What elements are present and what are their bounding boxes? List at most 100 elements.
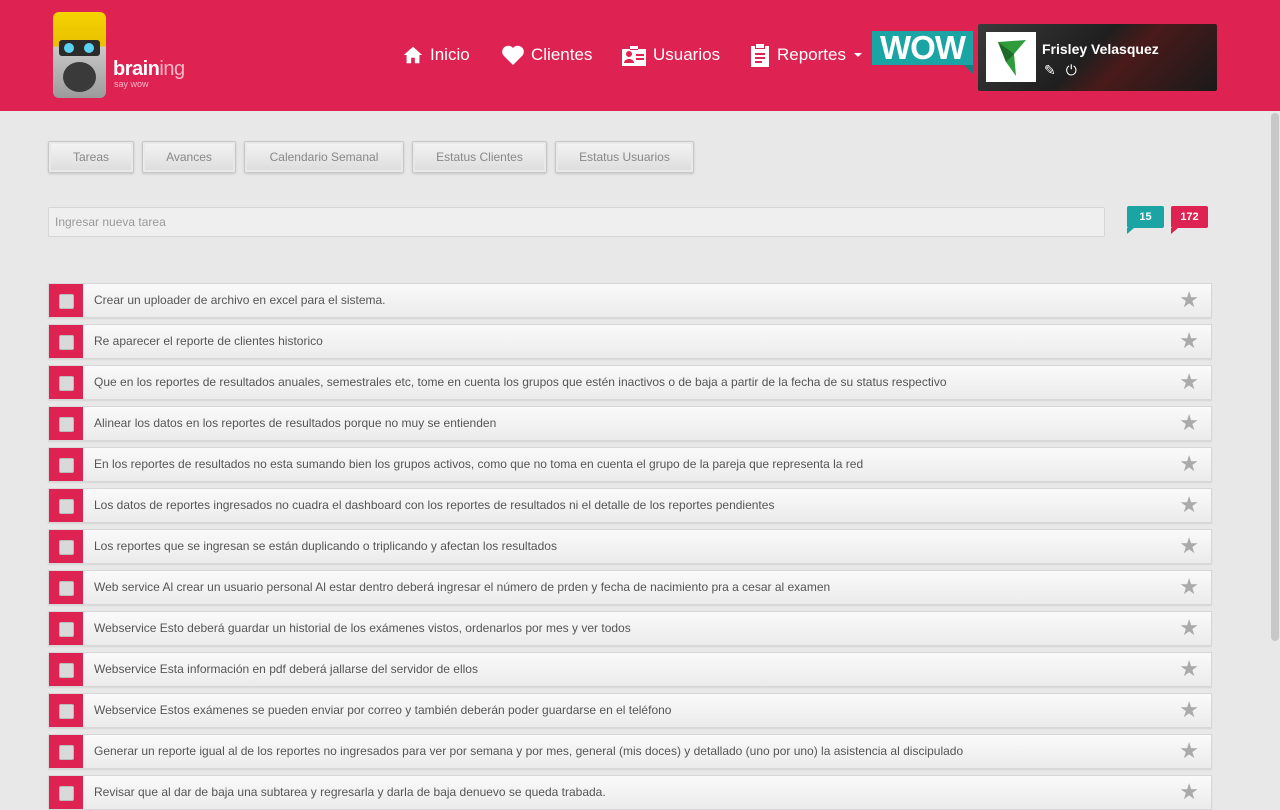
heart-icon [502,45,524,65]
nav-label: Inicio [430,45,470,64]
star-icon[interactable]: ★ [1179,289,1199,311]
task-row[interactable]: Webservice Estos exámenes se pueden envi… [48,693,1212,728]
tab-avances[interactable]: Avances [142,141,236,173]
user-panel: Frisley Velasquez ✎ ⏻ [978,24,1217,91]
tab-estatus-usuarios[interactable]: Estatus Usuarios [555,141,694,173]
brand-logo[interactable] [53,12,106,98]
nav-clientes[interactable]: Clientes [501,40,592,70]
tab-calendario-semanal[interactable]: Calendario Semanal [244,141,404,173]
task-checkbox[interactable] [59,499,74,514]
task-row[interactable]: Webservice Esto deberá guardar un histor… [48,611,1212,646]
task-checkbox[interactable] [59,663,74,678]
star-icon[interactable]: ★ [1179,699,1199,721]
task-text: Crear un uploader de archivo en excel pa… [94,293,386,307]
task-row[interactable]: Webservice Esta información en pdf deber… [48,652,1212,687]
task-checkbox[interactable] [59,540,74,555]
task-check-area [49,284,83,317]
task-check-area [49,571,83,604]
user-actions: ✎ ⏻ [1044,62,1077,79]
count-badge-teal[interactable]: 15 [1127,206,1164,234]
nav-label: Clientes [531,45,593,64]
logo-body [63,62,96,92]
task-text: Webservice Estos exámenes se pueden envi… [94,703,672,717]
wow-badge[interactable]: WOW [872,31,973,74]
chevron-down-icon [853,53,862,57]
task-check-area [49,325,83,358]
task-row[interactable]: En los reportes de resultados no esta su… [48,447,1212,482]
task-text: Generar un reporte igual al de los repor… [94,744,964,758]
task-check-area [49,776,83,809]
task-text: En los reportes de resultados no esta su… [94,457,864,471]
star-icon[interactable]: ★ [1179,494,1199,516]
nav-label: Reportes [777,45,846,64]
top-header: braining say wow Inicio Clientes Usuario… [0,0,1280,111]
nav-label: Usuarios [653,45,721,64]
pencil-icon[interactable]: ✎ [1044,62,1056,79]
count-badge-red[interactable]: 172 [1171,206,1208,234]
clipboard-icon [751,44,769,67]
task-text: Los datos de reportes ingresados no cuad… [94,498,775,512]
task-text: Webservice Esta información en pdf deber… [94,662,478,676]
task-row[interactable]: Que en los reportes de resultados anuale… [48,365,1212,400]
star-icon[interactable]: ★ [1179,412,1199,434]
task-check-area [49,612,83,645]
nav-reportes[interactable]: Reportes [749,40,862,70]
star-icon[interactable]: ★ [1179,371,1199,393]
task-row[interactable]: Revisar que al dar de baja una subtarea … [48,775,1212,810]
logo-visor [59,40,100,56]
avatar-logo-icon [998,40,1026,76]
nav-inicio[interactable]: Inicio [402,40,470,70]
star-icon[interactable]: ★ [1179,740,1199,762]
nav-usuarios[interactable]: Usuarios [621,40,720,70]
task-check-area [49,694,83,727]
task-row[interactable]: Generar un reporte igual al de los repor… [48,734,1212,769]
task-row[interactable]: Los reportes que se ingresan se están du… [48,529,1212,564]
task-check-area [49,735,83,768]
task-text: Que en los reportes de resultados anuale… [94,375,947,389]
task-row[interactable]: Re aparecer el reporte de clientes histo… [48,324,1212,359]
task-row[interactable]: Alinear los datos en los reportes de res… [48,406,1212,441]
task-checkbox[interactable] [59,376,74,391]
page-scrollbar[interactable] [1271,113,1279,641]
task-checkbox[interactable] [59,786,74,801]
task-check-area [49,448,83,481]
task-checkbox[interactable] [59,704,74,719]
task-text: Los reportes que se ingresan se están du… [94,539,557,553]
star-icon[interactable]: ★ [1179,576,1199,598]
task-checkbox[interactable] [59,417,74,432]
star-icon[interactable]: ★ [1179,330,1199,352]
task-checkbox[interactable] [59,294,74,309]
task-text: Revisar que al dar de baja una subtarea … [94,785,606,799]
star-icon[interactable]: ★ [1179,658,1199,680]
tab-tareas[interactable]: Tareas [48,141,134,173]
task-checkbox[interactable] [59,335,74,350]
task-check-area [49,653,83,686]
task-checkbox[interactable] [59,745,74,760]
task-check-area [49,530,83,563]
star-icon[interactable]: ★ [1179,617,1199,639]
user-name: Frisley Velasquez [1042,41,1159,57]
brand-tagline: say wow [114,79,149,89]
power-icon[interactable]: ⏻ [1066,62,1077,79]
brand-name: braining [113,58,185,80]
task-text: Webservice Esto deberá guardar un histor… [94,621,631,635]
task-text: Web service Al crear un usuario personal… [94,580,831,594]
tab-estatus-clientes[interactable]: Estatus Clientes [412,141,547,173]
task-checkbox[interactable] [59,458,74,473]
task-text: Alinear los datos en los reportes de res… [94,416,497,430]
task-check-area [49,407,83,440]
star-icon[interactable]: ★ [1179,453,1199,475]
task-check-area [49,489,83,522]
task-row[interactable]: Los datos de reportes ingresados no cuad… [48,488,1212,523]
task-row[interactable]: Web service Al crear un usuario personal… [48,570,1212,605]
task-row[interactable]: Crear un uploader de archivo en excel pa… [48,283,1212,318]
avatar[interactable] [986,32,1036,82]
id-card-icon [622,46,646,66]
task-checkbox[interactable] [59,622,74,637]
task-check-area [49,366,83,399]
star-icon[interactable]: ★ [1179,535,1199,557]
new-task-input[interactable] [48,207,1105,237]
task-text: Re aparecer el reporte de clientes histo… [94,334,323,348]
home-icon [403,46,423,64]
task-checkbox[interactable] [59,581,74,596]
